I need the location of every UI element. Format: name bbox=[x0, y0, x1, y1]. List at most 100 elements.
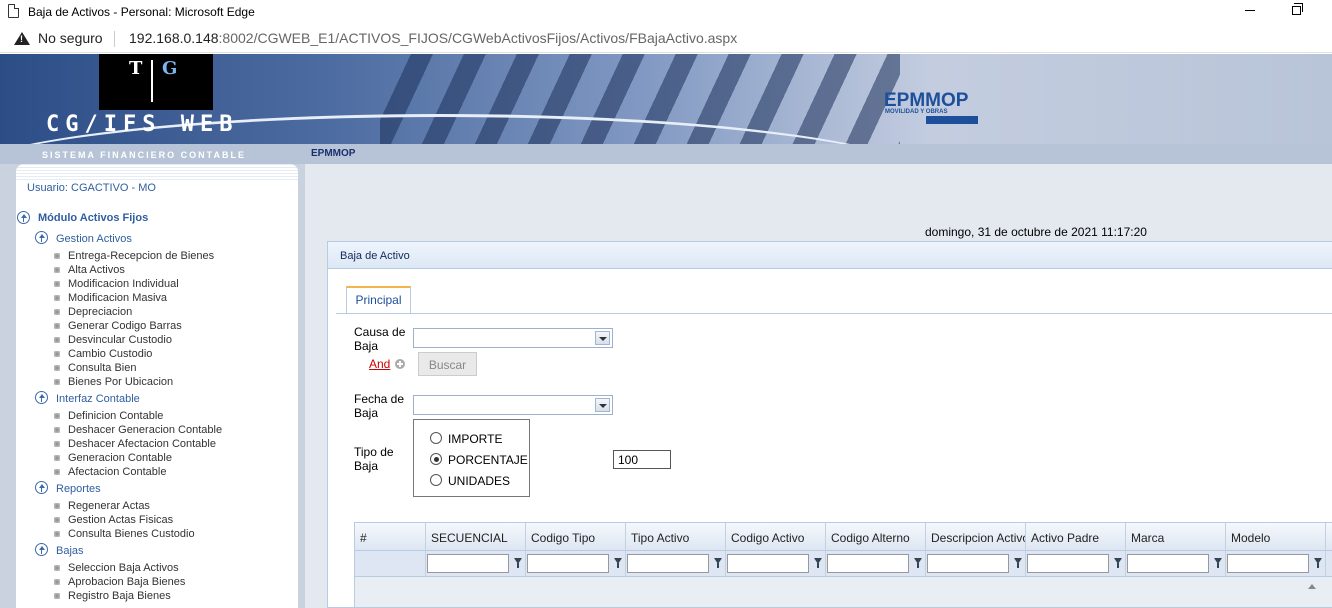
bullet-icon bbox=[54, 441, 60, 447]
menu-item[interactable]: Deshacer Generacion Contable bbox=[54, 424, 222, 438]
filter-input[interactable] bbox=[827, 554, 909, 573]
menu-item[interactable]: Seleccion Baja Activos bbox=[54, 562, 179, 576]
filter-icon[interactable] bbox=[1114, 558, 1122, 569]
group-bajas[interactable]: Bajas bbox=[56, 545, 84, 557]
group-interfaz-contable[interactable]: Interfaz Contable bbox=[56, 393, 140, 405]
menu-item[interactable]: Consulta Bienes Custodio bbox=[54, 528, 195, 542]
buscar-button[interactable]: Buscar bbox=[418, 352, 477, 376]
bullet-icon bbox=[54, 309, 60, 315]
filter-input[interactable] bbox=[527, 554, 609, 573]
scroll-up-icon[interactable] bbox=[1308, 584, 1316, 589]
menu-item[interactable]: Modificacion Individual bbox=[54, 278, 179, 292]
filter-input[interactable] bbox=[927, 554, 1009, 573]
fecha-label-1: Fecha de bbox=[354, 392, 405, 406]
radio-label: UNIDADES bbox=[448, 474, 511, 488]
collapse-icon[interactable] bbox=[35, 391, 48, 404]
menu-item-label: Deshacer Afectacion Contable bbox=[68, 438, 216, 450]
bullet-icon bbox=[54, 579, 60, 585]
grid-column-header[interactable]: Modelo bbox=[1226, 523, 1326, 551]
filter-icon[interactable] bbox=[814, 558, 822, 569]
grid-column-header[interactable]: Tipo Activo bbox=[626, 523, 726, 551]
add-icon[interactable] bbox=[395, 359, 405, 369]
menu-item[interactable]: Cambio Custodio bbox=[54, 348, 152, 362]
menu-item[interactable]: Entrega-Recepcion de Bienes bbox=[54, 250, 215, 264]
security-status[interactable]: No seguro bbox=[38, 30, 103, 46]
filter-cell bbox=[1026, 551, 1126, 577]
chevron-down-icon[interactable] bbox=[595, 398, 610, 412]
menu-item-label: Modificacion Masiva bbox=[68, 292, 168, 304]
menu-item-label: Entrega-Recepcion de Bienes bbox=[68, 250, 215, 262]
grid-column-header[interactable]: # bbox=[355, 523, 426, 551]
address-bar[interactable]: No seguro 192.168.0.148:8002/CGWEB_E1/AC… bbox=[0, 23, 1332, 53]
radio-importe[interactable] bbox=[430, 432, 442, 444]
grid-column-header[interactable]: Codigo Activo bbox=[726, 523, 826, 551]
bullet-icon bbox=[54, 267, 60, 273]
radio-porcentaje[interactable] bbox=[430, 453, 442, 465]
bullet-icon bbox=[54, 323, 60, 329]
grid-filter-row bbox=[355, 551, 1332, 577]
bullet-icon bbox=[54, 593, 60, 599]
menu-item-label: Depreciacion bbox=[68, 306, 133, 318]
menu-item[interactable]: Generar Codigo Barras bbox=[54, 320, 182, 334]
filter-input[interactable] bbox=[427, 554, 509, 573]
collapse-icon[interactable] bbox=[17, 211, 30, 224]
filter-icon[interactable] bbox=[714, 558, 722, 569]
menu-item[interactable]: Depreciacion bbox=[54, 306, 133, 320]
bullet-icon bbox=[54, 281, 60, 287]
menu-item-label: Gestion Actas Fisicas bbox=[68, 514, 174, 526]
tab-principal[interactable]: Principal bbox=[346, 286, 411, 313]
menu-item[interactable]: Bienes Por Ubicacion bbox=[54, 376, 173, 390]
url-text[interactable]: 192.168.0.148:8002/CGWEB_E1/ACTIVOS_FIJO… bbox=[129, 30, 737, 46]
grid-column-header[interactable]: Marca bbox=[1126, 523, 1226, 551]
brand-subtitle: MOVILIDAD Y OBRAS bbox=[885, 109, 948, 115]
porcentaje-input[interactable]: 100 bbox=[613, 450, 671, 469]
filter-icon[interactable] bbox=[914, 558, 922, 569]
grid-column-header[interactable]: Activo Padre bbox=[1026, 523, 1126, 551]
menu-item[interactable]: Consulta Bien bbox=[54, 362, 137, 376]
menu-item[interactable]: Gestion Actas Fisicas bbox=[54, 514, 174, 528]
filter-icon[interactable] bbox=[1314, 558, 1322, 569]
restore-icon[interactable] bbox=[1292, 3, 1303, 15]
minimize-icon[interactable] bbox=[1245, 10, 1255, 11]
chevron-down-icon[interactable] bbox=[595, 331, 610, 345]
fecha-select[interactable] bbox=[413, 395, 613, 415]
menu-item[interactable]: Afectacion Contable bbox=[54, 466, 166, 480]
filter-input[interactable] bbox=[1227, 554, 1309, 573]
grid-column-header[interactable]: Codigo Alterno bbox=[826, 523, 926, 551]
and-link[interactable]: And bbox=[369, 357, 390, 371]
module-title[interactable]: Módulo Activos Fijos bbox=[38, 212, 148, 224]
menu-item-label: Regenerar Actas bbox=[68, 500, 150, 512]
grid-column-header[interactable]: SECUENCIAL bbox=[426, 523, 526, 551]
menu-item[interactable]: Regenerar Actas bbox=[54, 500, 150, 514]
bullet-icon bbox=[54, 469, 60, 475]
collapse-icon[interactable] bbox=[35, 481, 48, 494]
filter-icon[interactable] bbox=[1214, 558, 1222, 569]
filter-icon[interactable] bbox=[614, 558, 622, 569]
filter-input[interactable] bbox=[727, 554, 809, 573]
grid-column-header[interactable]: Descripcion Activo bbox=[926, 523, 1026, 551]
document-icon bbox=[8, 4, 19, 18]
radio-unidades[interactable] bbox=[430, 474, 442, 486]
group-gestion-activos[interactable]: Gestion Activos bbox=[56, 233, 132, 245]
filter-icon[interactable] bbox=[1014, 558, 1022, 569]
menu-item[interactable]: Modificacion Masiva bbox=[54, 292, 168, 306]
menu-item[interactable]: Deshacer Afectacion Contable bbox=[54, 438, 216, 452]
filter-icon[interactable] bbox=[514, 558, 522, 569]
menu-item[interactable]: Alta Activos bbox=[54, 264, 125, 278]
grid-column-header[interactable]: Codigo Tipo bbox=[526, 523, 626, 551]
filter-input[interactable] bbox=[1027, 554, 1109, 573]
bullet-icon bbox=[54, 517, 60, 523]
menu-item[interactable]: Generacion Contable bbox=[54, 452, 172, 466]
collapse-icon[interactable] bbox=[35, 543, 48, 556]
menu-item[interactable]: Aprobacion Baja Bienes bbox=[54, 576, 185, 590]
menu-item[interactable]: Definicion Contable bbox=[54, 410, 163, 424]
warning-icon[interactable] bbox=[14, 32, 30, 45]
filter-cell bbox=[355, 551, 426, 577]
causa-select[interactable] bbox=[413, 328, 613, 348]
filter-input[interactable] bbox=[1127, 554, 1209, 573]
menu-item[interactable]: Desvincular Custodio bbox=[54, 334, 172, 348]
collapse-icon[interactable] bbox=[35, 231, 48, 244]
group-reportes[interactable]: Reportes bbox=[56, 483, 101, 495]
menu-item[interactable]: Registro Baja Bienes bbox=[54, 590, 171, 604]
filter-input[interactable] bbox=[627, 554, 709, 573]
